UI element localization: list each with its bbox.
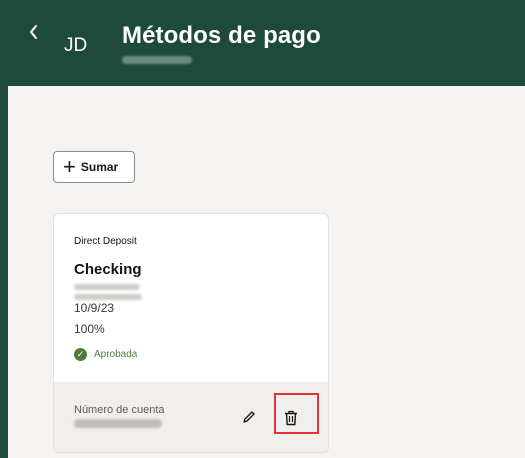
card-type: Direct Deposit: [74, 236, 137, 247]
plus-icon: +: [63, 154, 76, 179]
add-button-label: Sumar: [80, 160, 119, 174]
account-number-label: Número de cuenta: [74, 404, 165, 416]
edit-button[interactable]: [240, 410, 258, 428]
card-percent: 100%: [74, 322, 105, 336]
chevron-left-icon: [29, 25, 37, 39]
avatar: JD: [64, 35, 88, 56]
card-date: 10/9/23: [74, 301, 115, 315]
check-circle-icon: ✓: [74, 348, 87, 361]
delete-highlight-box: [274, 393, 319, 434]
account-number-redacted: [74, 419, 162, 428]
left-strip: [0, 86, 8, 458]
status-badge: ✓ Aprobada: [74, 348, 137, 361]
status-label: Aprobada: [94, 349, 138, 360]
back-button[interactable]: [28, 24, 44, 44]
subtitle-redacted: [122, 56, 192, 64]
page-header: JD Métodos de pago: [0, 0, 525, 86]
redacted-line: [74, 294, 142, 300]
pencil-icon: [243, 411, 255, 423]
card-name: Checking: [74, 261, 142, 278]
page-title: Métodos de pago: [122, 22, 321, 49]
redacted-line: [74, 284, 140, 290]
add-button[interactable]: + Sumar: [53, 151, 135, 183]
